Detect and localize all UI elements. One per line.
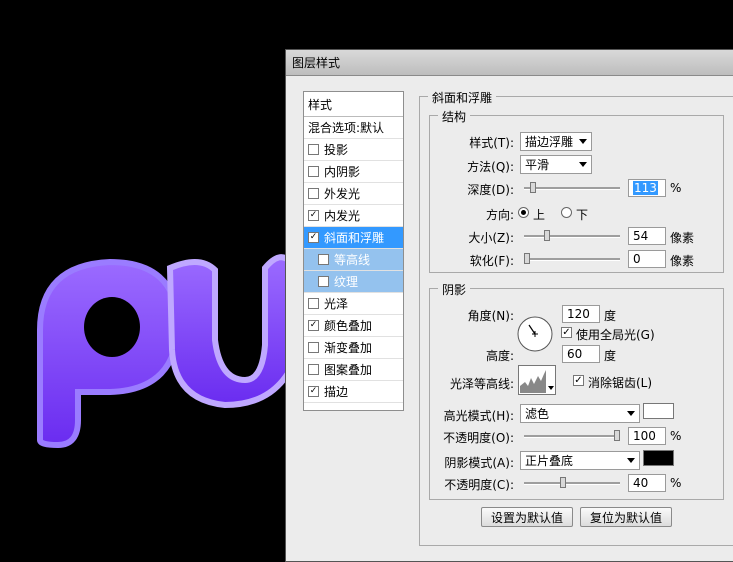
bevel-emboss-title: 斜面和浮雕 [428,89,497,106]
depth-input[interactable]: 113 [628,179,666,197]
style-item-contour[interactable]: 等高线 [304,249,403,271]
size-label: 大小(Z): [468,231,514,245]
soften-slider-thumb[interactable] [524,253,530,264]
depth-unit: % [670,181,682,195]
style-select[interactable]: 描边浮雕 [520,132,592,151]
soften-input[interactable]: 0 [628,250,666,268]
checkbox[interactable]: ✓ [308,210,319,221]
styles-list: 样式 混合选项:默认 投影 内阴影 外发光 ✓ 内发光 ✓ 斜面和浮雕 等高线 纹理… [303,91,404,411]
checkbox[interactable]: ✓ [308,386,319,397]
global-light-checkbox[interactable]: ✓ [561,327,572,338]
layer-style-dialog: 图层样式 样式 混合选项:默认 投影 内阴影 外发光 ✓ 内发光 ✓ 斜面和浮雕 等… [285,49,733,562]
letter-p-shape [37,258,182,449]
gloss-contour-label: 光泽等高线: [449,377,514,391]
highlight-color-swatch[interactable] [643,403,674,419]
anti-alias-checkbox[interactable]: ✓ [573,375,584,386]
direction-down-label: 下 [576,208,589,222]
shadow-mode-label: 阴影模式(A): [444,456,514,470]
dialog-titlebar[interactable]: 图层样式 [286,50,733,76]
style-item-stroke[interactable]: ✓ 描边 [304,381,403,403]
checkbox[interactable] [308,166,319,177]
altitude-input[interactable]: 60 [562,345,600,363]
reset-default-button[interactable]: 复位为默认值 [580,507,672,527]
style-item-satin[interactable]: 光泽 [304,293,403,315]
gloss-contour-picker[interactable] [518,365,556,395]
highlight-opacity-input[interactable]: 100 [628,427,666,445]
blending-options-item[interactable]: 混合选项:默认 [304,117,403,139]
angle-unit: 度 [604,309,617,323]
chevron-down-icon [627,411,635,416]
depth-label: 深度(D): [467,183,514,197]
structure-title: 结构 [438,108,471,125]
size-slider[interactable] [524,230,620,241]
altitude-label: 高度: [485,349,514,363]
soften-slider[interactable] [524,253,620,264]
global-light-label: 使用全局光(G) [576,328,655,342]
styles-list-header[interactable]: 样式 [304,92,403,117]
angle-label: 角度(N): [467,309,514,323]
shading-title: 阴影 [438,281,471,298]
direction-up-radio[interactable] [518,207,529,218]
soften-unit: 像素 [670,254,695,268]
checkbox[interactable]: ✓ [308,320,319,331]
shadow-opacity-label: 不透明度(C): [444,478,514,492]
soften-label: 软化(F): [469,254,514,268]
highlight-mode-select[interactable]: 滤色 [520,404,640,423]
checkbox[interactable]: ✓ [308,232,319,243]
depth-slider-thumb[interactable] [530,182,536,193]
letter-u-shape [166,254,293,409]
technique-select[interactable]: 平滑 [520,155,592,174]
make-default-button[interactable]: 设置为默认值 [481,507,573,527]
style-item-texture[interactable]: 纹理 [304,271,403,293]
checkbox[interactable] [308,364,319,375]
checkbox[interactable] [308,188,319,199]
dialog-title: 图层样式 [292,56,341,70]
highlight-opacity-thumb[interactable] [614,430,620,441]
checkbox[interactable] [308,298,319,309]
size-unit: 像素 [670,231,695,245]
angle-input[interactable]: 120 [562,305,600,323]
highlight-mode-label: 高光模式(H): [443,409,514,423]
chevron-down-icon [627,458,635,463]
technique-label: 方法(Q): [467,160,514,174]
chevron-down-icon [579,162,587,167]
shadow-opacity-thumb[interactable] [560,477,566,488]
size-input[interactable]: 54 [628,227,666,245]
chevron-down-icon [579,139,587,144]
style-item-gradient-overlay[interactable]: 渐变叠加 [304,337,403,359]
checkbox[interactable] [318,276,329,287]
style-label: 样式(T): [469,136,514,150]
style-item-bevel-emboss[interactable]: ✓ 斜面和浮雕 [304,227,403,249]
highlight-opacity-unit: % [670,429,682,443]
contour-thumbnail-icon [520,370,554,393]
highlight-opacity-label: 不透明度(O): [443,431,514,445]
shadow-opacity-slider[interactable] [524,477,620,488]
style-item-outer-glow[interactable]: 外发光 [304,183,403,205]
direction-down-radio[interactable] [561,207,572,218]
angle-dial-icon[interactable] [515,314,555,354]
checkbox[interactable] [308,144,319,155]
direction-label: 方向: [485,208,514,222]
checkbox[interactable] [308,342,319,353]
depth-slider[interactable] [524,182,620,193]
style-item-drop-shadow[interactable]: 投影 [304,139,403,161]
style-item-pattern-overlay[interactable]: 图案叠加 [304,359,403,381]
size-slider-thumb[interactable] [544,230,550,241]
direction-up-label: 上 [533,208,546,222]
anti-alias-label: 消除锯齿(L) [588,376,653,390]
shadow-opacity-unit: % [670,476,682,490]
style-item-inner-shadow[interactable]: 内阴影 [304,161,403,183]
shadow-mode-select[interactable]: 正片叠底 [520,451,640,470]
style-item-color-overlay[interactable]: ✓ 颜色叠加 [304,315,403,337]
style-item-inner-glow[interactable]: ✓ 内发光 [304,205,403,227]
shadow-color-swatch[interactable] [643,450,674,466]
highlight-opacity-slider[interactable] [524,430,620,441]
altitude-unit: 度 [604,349,617,363]
shadow-opacity-input[interactable]: 40 [628,474,666,492]
checkbox[interactable] [318,254,329,265]
